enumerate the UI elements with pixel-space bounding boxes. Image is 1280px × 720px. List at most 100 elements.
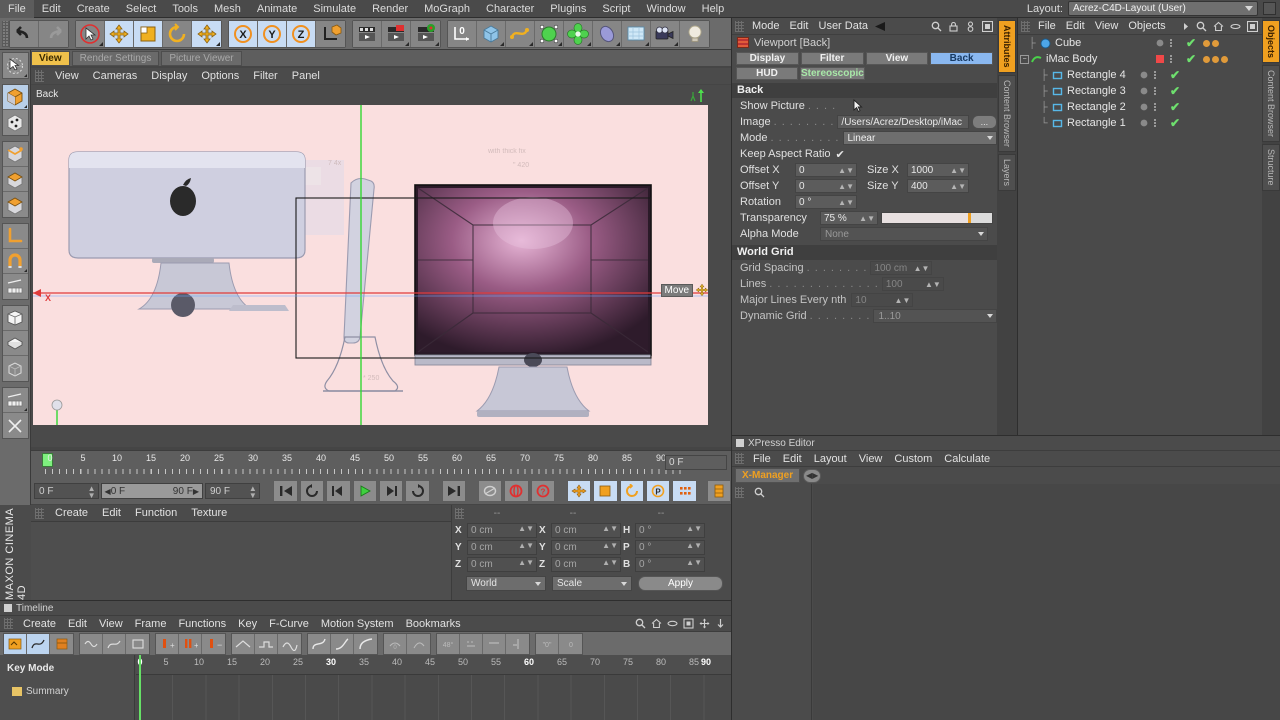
coord-size-x-field[interactable]: 0 cm ▲▼ [551, 523, 621, 538]
timeline-menu-fcurve[interactable]: F-Curve [263, 618, 315, 630]
toolbar-grip[interactable] [2, 20, 9, 47]
autokey-mode-icon[interactable] [477, 480, 503, 502]
undo-icon[interactable] [10, 20, 39, 47]
soft-tangent-icon[interactable] [407, 633, 430, 654]
menu-simulate[interactable]: Simulate [305, 0, 364, 18]
axis-mode-icon[interactable] [2, 224, 28, 249]
spline-icon[interactable] [506, 20, 535, 47]
axis-x-icon[interactable]: X [229, 20, 258, 47]
stepper-icon[interactable]: ▲▼ [602, 559, 618, 567]
timeline-track-area[interactable] [136, 675, 731, 720]
slider-handle[interactable] [968, 213, 972, 223]
frame-range-bar[interactable]: ◀ 0 F 90 F ▶ [100, 483, 203, 499]
stepper-icon[interactable]: ▲▼ [859, 212, 875, 225]
offset-y-field[interactable]: 0 ▲▼ [795, 179, 857, 193]
stepper-icon[interactable]: ▲▼ [925, 278, 941, 291]
box-flat-icon[interactable] [2, 331, 28, 356]
objm-menu-objects[interactable]: Objects [1123, 20, 1170, 32]
keyframe-selection-icon[interactable] [706, 480, 731, 502]
down-arrow-icon[interactable] [715, 618, 726, 629]
keep-aspect-checkbox[interactable]: ✔ [836, 148, 845, 161]
major-lines-field[interactable]: 10 ▲▼ [851, 293, 914, 307]
render-region-icon[interactable] [382, 20, 411, 47]
object-row-rectangle-2[interactable]: ├ Rectangle 2 ✔ [1018, 99, 1262, 115]
timeline-menu-functions[interactable]: Functions [172, 618, 232, 630]
timeline-menu-view[interactable]: View [93, 618, 129, 630]
workplane-icon[interactable] [2, 274, 28, 299]
stepper-icon[interactable]: ▲▼ [838, 164, 854, 177]
apply-button[interactable]: Apply [638, 576, 723, 591]
fcurve-mode-icon[interactable] [27, 633, 50, 654]
ease-out-icon[interactable] [331, 633, 354, 654]
show-all-icon[interactable] [126, 633, 149, 654]
menu-select[interactable]: Select [118, 0, 165, 18]
material-menu-create[interactable]: Create [48, 507, 95, 519]
show-fcurve-icon[interactable] [103, 633, 126, 654]
frame-start-field[interactable]: 0 F ▲ ▼ [34, 483, 99, 500]
tag-icon[interactable] [1203, 55, 1210, 63]
reset-value-icon[interactable]: 0 [559, 633, 582, 654]
cube-primitive-icon[interactable] [477, 20, 506, 47]
menu-character[interactable]: Character [478, 0, 542, 18]
world-object-axis-icon[interactable] [316, 20, 345, 47]
tab-picture-viewer[interactable]: Picture Viewer [161, 51, 242, 66]
xpresso-menu-edit[interactable]: Edit [777, 453, 808, 465]
timeline-menu-bookmarks[interactable]: Bookmarks [400, 618, 467, 630]
linear-interp-icon[interactable] [232, 633, 255, 654]
stepper-icon[interactable]: ▲▼ [249, 485, 257, 500]
loop-prev-icon[interactable] [299, 480, 325, 502]
attributes-grip[interactable] [735, 20, 744, 32]
xpresso-menu-file[interactable]: File [747, 453, 777, 465]
material-menu-texture[interactable]: Texture [184, 507, 234, 519]
stepper-icon[interactable]: ▲▼ [518, 559, 534, 567]
material-list[interactable] [31, 521, 451, 600]
move-plus-icon[interactable] [192, 20, 221, 47]
attributes-menu-user-data[interactable]: User Data [814, 20, 874, 32]
prev-next-icon[interactable]: ◀▶ [803, 468, 822, 483]
dynamic-grid-dropdown[interactable]: 1..10 [873, 309, 997, 323]
xpresso-node-canvas[interactable] [813, 484, 1280, 720]
magnet-icon[interactable] [2, 249, 28, 274]
viewport-menu-options[interactable]: Options [194, 70, 246, 82]
render-view-icon[interactable] [353, 20, 382, 47]
move-icon[interactable] [105, 20, 134, 47]
attr-tab-hud[interactable]: HUD [736, 67, 798, 80]
coord-rot-h-field[interactable]: 0 ° ▲▼ [635, 523, 705, 538]
object-row-rectangle-3[interactable]: ├ Rectangle 3 ✔ [1018, 83, 1262, 99]
model-mode-icon[interactable] [2, 192, 28, 217]
xpresso-menu-layout[interactable]: Layout [808, 453, 853, 465]
object-enabled-check[interactable]: ✔ [1186, 36, 1196, 50]
spline-interp-icon[interactable] [278, 633, 301, 654]
object-tags[interactable] [1203, 39, 1219, 47]
menu-mesh[interactable]: Mesh [206, 0, 249, 18]
timeline-grid-ruler[interactable]: 0 5 10 15 20 25 30 35 40 45 50 55 60 65 … [136, 655, 731, 675]
ease-in-icon[interactable] [308, 633, 331, 654]
object-row-rectangle-1[interactable]: └ Rectangle 1 ✔ [1018, 115, 1262, 131]
key-pla-icon[interactable] [672, 480, 697, 502]
visibility-dots-icon[interactable] [1154, 87, 1156, 95]
offset-x-field[interactable]: 0 ▲▼ [795, 163, 857, 177]
visibility-dots-icon[interactable] [1170, 39, 1172, 47]
stepper-icon[interactable]: ▲▼ [950, 180, 966, 193]
attributes-menu-edit[interactable]: Edit [785, 20, 814, 32]
home-icon[interactable] [651, 618, 662, 629]
menu-window[interactable]: Window [639, 0, 694, 18]
stepper-icon[interactable]: ▲▼ [686, 525, 702, 533]
record-active-icon[interactable] [504, 480, 529, 502]
xmanager-tab[interactable]: X-Manager [735, 468, 801, 483]
viewport-menu-cameras[interactable]: Cameras [86, 70, 145, 82]
transparency-slider[interactable] [881, 212, 993, 224]
menu-script[interactable]: Script [594, 0, 638, 18]
stepper-icon[interactable]: ▲▼ [602, 525, 618, 533]
search-ic[interactable] [635, 618, 646, 629]
box-wire-icon[interactable] [2, 356, 28, 381]
stepper-icon[interactable]: ▲▼ [838, 196, 854, 209]
goto-start-icon[interactable] [273, 480, 298, 502]
zero-value-icon[interactable]: "0" [536, 633, 559, 654]
object-row-imac-body[interactable]: − iMac Body ✔ [1018, 51, 1262, 67]
stepper-icon[interactable]: ▲▼ [895, 294, 911, 307]
deformer-icon[interactable] [564, 20, 593, 47]
loop-next-icon[interactable] [405, 480, 430, 502]
material-menu-edit[interactable]: Edit [95, 507, 128, 519]
lock-icon[interactable] [948, 21, 959, 32]
